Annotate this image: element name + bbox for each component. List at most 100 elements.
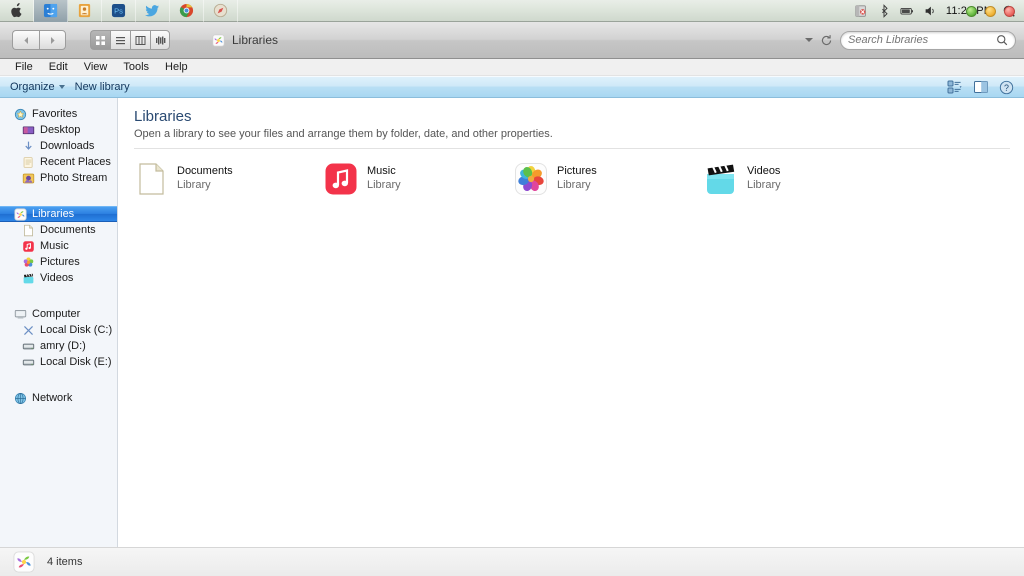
library-item-sub: Library [557,179,591,191]
sidebar-item-libraries[interactable]: Libraries [0,206,117,222]
minimize-button[interactable] [985,6,996,17]
library-item-name: Documents [177,165,233,178]
contacts-icon [78,3,91,18]
menu-view[interactable]: View [76,59,116,76]
back-button[interactable] [12,30,39,50]
library-item-videos[interactable]: Videos Library [704,162,894,196]
sidebar-item-pictures[interactable]: Pictures [0,254,117,270]
window-body: Favorites Desktop Downloads Recent Place… [0,98,1024,547]
library-item-text: Pictures Library [557,165,597,193]
coverflow-view-button[interactable] [150,30,170,50]
menu-file[interactable]: File [7,59,41,76]
library-item-music[interactable]: Music Library [324,162,514,196]
library-item-name: Videos [747,165,781,178]
chevron-right-icon [51,36,55,44]
sidebar-group-libraries: Libraries Documents Music Pictures Video… [0,206,117,286]
forward-button[interactable] [39,30,66,50]
sidebar-item-network[interactable]: Network [0,390,117,406]
sidebar-item-videos[interactable]: Videos [0,270,117,286]
apple-menu-button[interactable] [0,0,34,22]
navigation-pane: Favorites Desktop Downloads Recent Place… [0,98,118,547]
library-item-text: Videos Library [747,165,781,193]
library-item-text: Documents Library [177,165,233,193]
chevron-down-icon [58,85,65,89]
close-button[interactable] [1004,6,1015,17]
menu-help[interactable]: Help [157,59,196,76]
sidebar-item-computer[interactable]: Computer [0,306,117,322]
videos-library-icon [707,164,735,194]
sidebar-item-local-disk-c[interactable]: Local Disk (C:) [0,322,117,338]
sidebar-label: Local Disk (C:) [40,324,113,336]
sidebar-item-amry-d[interactable]: amry (D:) [0,338,117,354]
mac-menu-bar: Ps 11:21 [0,0,1024,22]
sidebar-item-favorites[interactable]: Favorites [0,106,117,122]
refresh-icon[interactable] [820,34,833,47]
chrome-app-button[interactable] [170,0,204,22]
organize-label: Organize [10,81,55,93]
organize-button[interactable]: Organize [10,81,75,93]
list-view-button[interactable] [110,30,130,50]
drive-icon [22,359,35,365]
help-icon[interactable]: ? [999,80,1014,95]
icon-view-button[interactable] [90,30,110,50]
navigation-buttons [12,30,66,50]
new-library-label: New library [74,81,130,93]
sidebar-item-downloads[interactable]: Downloads [0,138,117,154]
svg-text:?: ? [1004,82,1009,92]
sidebar-group-favorites: Favorites Desktop Downloads Recent Place… [0,106,117,186]
explorer-window: Libraries File Edit View Tools Help [0,6,1024,576]
sidebar-label: Recent Places [40,156,111,168]
sidebar-item-documents[interactable]: Documents [0,222,117,238]
menu-tools[interactable]: Tools [115,59,157,76]
chevron-left-icon [23,36,28,44]
photoshop-app-button[interactable]: Ps [102,0,136,22]
finder-app-button[interactable] [34,0,68,22]
change-view-icon[interactable] [947,80,963,95]
notification-icon[interactable] [854,4,868,18]
toolbar-right-area [805,30,1016,50]
sidebar-label: Music [40,240,69,252]
library-item-documents[interactable]: Documents Library [134,162,324,196]
music-library-icon [325,163,357,195]
sidebar-label: Libraries [32,208,75,220]
sidebar-item-local-disk-e[interactable]: Local Disk (E:) [0,354,117,370]
svg-text:Ps: Ps [114,7,123,16]
icon-view-icon [96,35,105,45]
command-bar: Organize New library ? [0,76,1024,98]
libraries-icon [212,33,225,47]
new-library-button[interactable]: New library [75,81,140,93]
sidebar-item-desktop[interactable]: Desktop [0,122,117,138]
sidebar-label: Network [32,392,73,404]
desktop-icon [22,125,35,134]
status-bar: 4 items [0,547,1024,576]
contacts-app-button[interactable] [68,0,102,22]
sidebar-item-music[interactable]: Music [0,238,117,254]
chevron-down-icon[interactable] [805,38,813,42]
zoom-button[interactable] [966,6,977,17]
window-titlebar: Libraries [0,6,1024,59]
twitter-app-button[interactable] [136,0,170,22]
column-view-button[interactable] [130,30,150,50]
safari-app-button[interactable] [204,0,238,22]
library-items-list: Documents Library Music Library Pictures… [134,149,1024,196]
sidebar-label: amry (D:) [40,340,86,352]
battery-icon[interactable] [900,4,914,18]
sidebar-label: Computer [32,308,81,320]
search-box[interactable] [840,30,1016,50]
sidebar-group-computer: Computer Local Disk (C:) amry (D:) Local… [0,306,117,370]
window-title-area: Libraries [212,33,278,47]
search-icon[interactable] [996,34,1008,46]
photo-stream-icon [22,173,35,183]
bluetooth-icon[interactable] [877,3,891,18]
preview-pane-icon[interactable] [973,80,989,95]
sidebar-item-recent-places[interactable]: Recent Places [0,154,117,170]
library-item-sub: Library [177,179,211,191]
library-item-pictures[interactable]: Pictures Library [514,162,704,196]
documents-library-icon [139,163,164,195]
menu-edit[interactable]: Edit [41,59,76,76]
library-item-text: Music Library [367,165,401,193]
sidebar-item-photo-stream[interactable]: Photo Stream [0,170,117,186]
search-input[interactable] [848,34,996,46]
volume-icon[interactable] [923,4,937,18]
